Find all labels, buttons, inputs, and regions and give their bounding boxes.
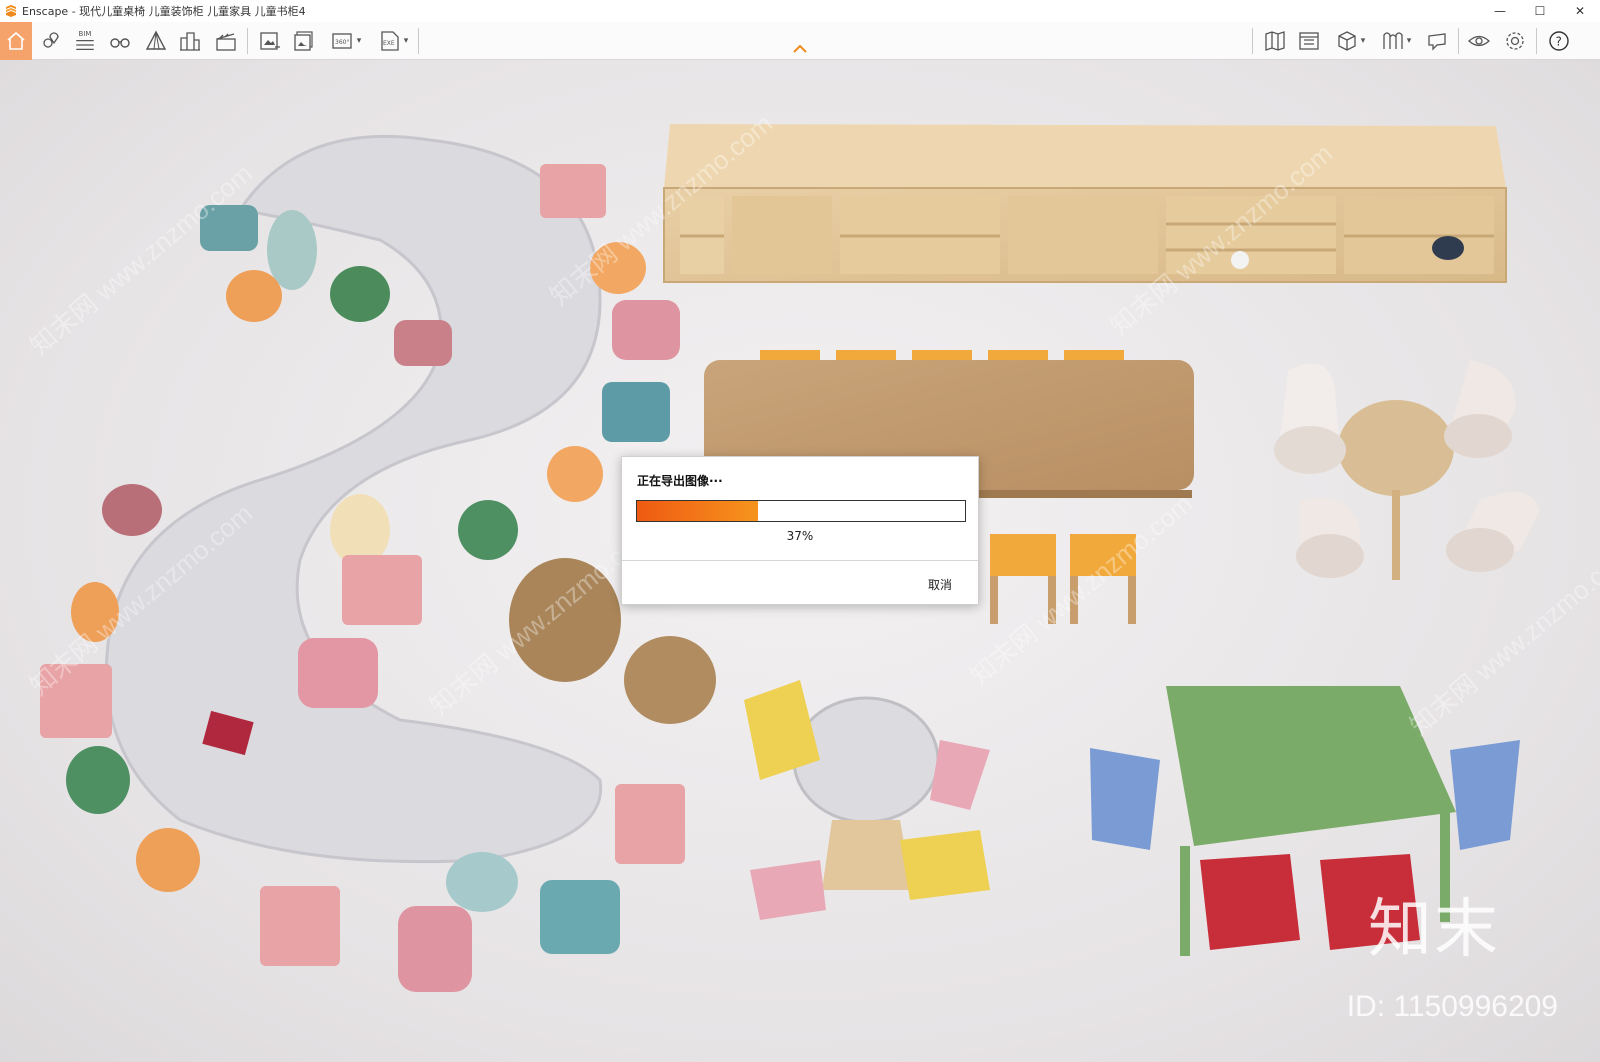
help-label: ?: [1556, 35, 1562, 49]
export-exe-icon: EXE: [381, 31, 399, 51]
feedback-icon: [1428, 33, 1446, 51]
export-360-icon: 360°: [332, 33, 352, 49]
asset-library-button[interactable]: [1294, 25, 1324, 57]
close-button[interactable]: ✕: [1560, 0, 1600, 22]
collapse-toolbar-icon[interactable]: [792, 43, 808, 55]
dialog-divider: [622, 560, 978, 561]
cancel-button[interactable]: 取消: [928, 576, 952, 593]
maximize-button[interactable]: ☐: [1520, 0, 1560, 22]
settings-button[interactable]: [1500, 25, 1530, 57]
asset-library-icon: [1299, 32, 1319, 50]
batch-export-icon: [294, 31, 313, 51]
pano-label: 360°: [335, 39, 349, 46]
progress-bar: [636, 500, 966, 522]
enscape-logo-icon: [6, 5, 16, 17]
progress-fill: [637, 501, 759, 521]
visibility-button[interactable]: [1464, 25, 1494, 57]
map-icon: [1265, 31, 1285, 51]
material-editor-icon: [1383, 32, 1403, 49]
export-360-button[interactable]: 360° ▾: [326, 25, 366, 57]
enscape-window: Enscape - 现代儿童桌椅 儿童装饰柜 儿童家具 儿童书柜4 — ☐ ✕ …: [0, 0, 1600, 1062]
bookshelf: [663, 124, 1507, 283]
help-button[interactable]: ?: [1544, 25, 1574, 57]
exe-label: EXE: [383, 40, 395, 47]
chevron-down-icon[interactable]: ▾: [1407, 36, 1412, 46]
toolbar-separator: [247, 28, 248, 54]
binoculars-button[interactable]: [106, 25, 134, 57]
export-exe-button[interactable]: EXE ▾: [372, 25, 414, 57]
cube-view-button[interactable]: ▾: [1330, 25, 1370, 57]
chevron-down-icon[interactable]: ▾: [1361, 36, 1366, 46]
round-table-set: [1274, 360, 1540, 580]
main-toolbar: BIM 360° ▾ EXE ▾ ▾ ▾ ?: [0, 22, 1600, 60]
view-pins-button[interactable]: [36, 25, 68, 57]
watermark-id: ID: 1150996209: [1346, 990, 1558, 1023]
map-button[interactable]: [1260, 25, 1290, 57]
bim-label: BIM: [78, 30, 92, 38]
dialog-title: 正在导出图像···: [637, 474, 723, 488]
buildings-icon: [180, 32, 200, 51]
progress-percent: 37%: [786, 529, 814, 543]
cube-view-icon: [1338, 31, 1356, 51]
chevron-down-icon[interactable]: ▾: [404, 36, 409, 46]
feedback-button[interactable]: [1422, 25, 1452, 57]
toolbar-separator: [1252, 28, 1253, 54]
export-progress-dialog: 正在导出图像··· 37% 取消: [621, 456, 979, 605]
help-icon: ?: [1549, 31, 1569, 51]
toolbar-separator: [418, 28, 419, 54]
bim-button[interactable]: BIM: [70, 25, 100, 57]
window-title: Enscape - 现代儿童桌椅 儿童装饰柜 儿童家具 儿童书柜4: [22, 5, 306, 18]
export-screenshot-icon: [260, 32, 280, 50]
perspective-icon: [145, 30, 167, 50]
rabbit-chair-set: [744, 680, 990, 920]
material-editor-button[interactable]: ▾: [1374, 25, 1418, 57]
watermark-logo: 知末: [1368, 893, 1500, 967]
video-editor-button[interactable]: [212, 25, 240, 57]
buildings-button[interactable]: [176, 25, 204, 57]
minimize-button[interactable]: —: [1480, 0, 1520, 22]
perspective-button[interactable]: [142, 25, 170, 57]
chevron-down-icon[interactable]: ▾: [357, 36, 362, 46]
toolbar-separator: [1458, 28, 1459, 54]
clapperboard-icon: [216, 33, 236, 51]
home-button[interactable]: [0, 22, 32, 60]
title-bar: Enscape - 现代儿童桌椅 儿童装饰柜 儿童家具 儿童书柜4 — ☐ ✕: [0, 0, 1600, 22]
batch-export-button[interactable]: [290, 25, 318, 57]
export-screenshot-button[interactable]: [256, 25, 284, 57]
bim-icon: [76, 40, 94, 50]
visibility-icon: [1468, 35, 1490, 47]
window-controls: — ☐ ✕: [1480, 0, 1600, 22]
binoculars-icon: [110, 38, 130, 48]
view-pins-icon: [43, 32, 59, 48]
settings-icon: [1506, 32, 1524, 50]
toolbar-separator: [1536, 28, 1537, 54]
home-icon: [7, 31, 25, 50]
